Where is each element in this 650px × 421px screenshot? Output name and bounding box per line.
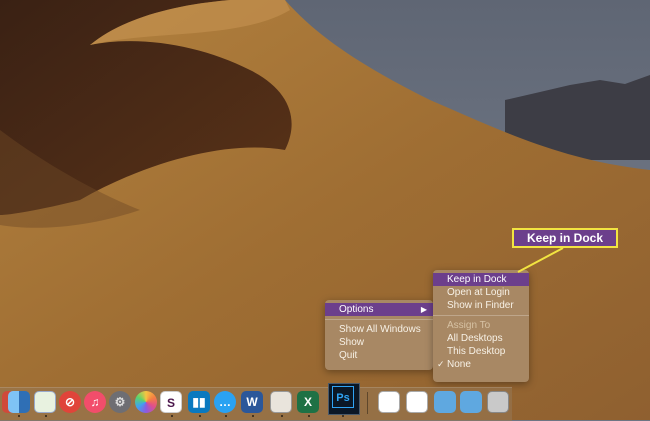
checkmark-icon: ✓: [437, 359, 445, 369]
finder-icon[interactable]: [8, 391, 30, 413]
preview-doc-icon[interactable]: [406, 391, 428, 413]
menu-item-options[interactable]: Options ▶: [325, 303, 433, 316]
maps-icon[interactable]: [34, 391, 56, 413]
menu-item-open-at-login[interactable]: Open at Login: [433, 286, 529, 299]
document-icon[interactable]: [378, 391, 400, 413]
excel-icon[interactable]: X: [297, 391, 319, 413]
running-indicator: [281, 415, 283, 417]
dock-divider: [367, 392, 368, 414]
menu-separator: [433, 315, 529, 316]
keep-in-dock-callout: Keep in Dock: [512, 228, 618, 248]
submenu-arrow-icon: ▶: [420, 305, 427, 314]
menu-item-quit[interactable]: Quit: [325, 349, 433, 362]
menu-item-show[interactable]: Show: [325, 336, 433, 349]
menu-item-this-desktop[interactable]: This Desktop: [433, 345, 529, 358]
running-indicator: [18, 415, 20, 417]
messages-icon[interactable]: …: [214, 391, 236, 413]
menu-item-show-all-windows[interactable]: Show All Windows: [325, 323, 433, 336]
word-icon[interactable]: W: [241, 391, 263, 413]
assign-to-header: Assign To: [447, 320, 491, 331]
running-indicator: [252, 415, 254, 417]
menu-item-show-in-finder[interactable]: Show in Finder: [433, 299, 529, 312]
trello-icon[interactable]: ▮▮: [188, 391, 210, 413]
menu-item-none[interactable]: ✓ None: [433, 358, 529, 371]
news-icon[interactable]: ⊘: [59, 391, 81, 413]
running-indicator: [225, 415, 227, 417]
running-indicator: [171, 415, 173, 417]
slack-icon[interactable]: S: [160, 391, 182, 413]
menu-item-all-desktops[interactable]: All Desktops: [433, 332, 529, 345]
folder-icon[interactable]: [460, 391, 482, 413]
preview-icon[interactable]: [270, 391, 292, 413]
photoshop-icon[interactable]: Ps: [332, 386, 354, 408]
running-indicator: [308, 415, 310, 417]
options-context-menu: Options ▶ Show All Windows Show Quit: [325, 300, 433, 370]
music-icon[interactable]: ♫: [84, 391, 106, 413]
system-preferences-icon[interactable]: ⚙: [109, 391, 131, 413]
options-submenu: Keep in Dock Open at Login Show in Finde…: [433, 270, 529, 382]
running-indicator: [45, 415, 47, 417]
running-indicator: [199, 415, 201, 417]
photos-icon[interactable]: [135, 391, 157, 413]
options-label: Options: [339, 304, 374, 315]
running-indicator: [342, 415, 344, 417]
menu-separator: [325, 319, 433, 320]
trash-icon[interactable]: [487, 391, 509, 413]
menu-item-keep-in-dock[interactable]: Keep in Dock: [433, 273, 529, 286]
folder-icon[interactable]: [434, 391, 456, 413]
menu-item-none-label: None: [447, 359, 471, 370]
